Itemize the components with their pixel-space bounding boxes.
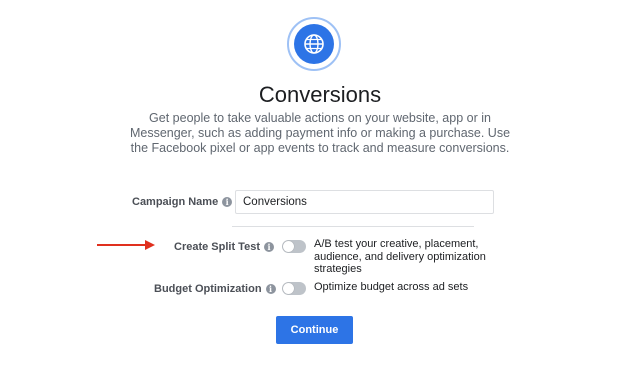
objective-description: Get people to take valuable actions on y…	[129, 111, 511, 155]
divider	[232, 226, 474, 227]
budget-optimization-label: Budget Optimization	[154, 283, 262, 295]
info-icon[interactable]: i	[264, 242, 274, 252]
page-title: Conversions	[258, 82, 382, 107]
campaign-name-label-row: Campaign Name i	[132, 196, 233, 208]
budget-optimization-toggle[interactable]	[282, 282, 306, 295]
campaign-name-input[interactable]	[235, 190, 494, 214]
objective-icon	[287, 17, 341, 71]
split-test-toggle[interactable]	[282, 240, 306, 253]
toggle-knob	[283, 283, 294, 294]
split-test-label: Create Split Test	[174, 241, 260, 253]
globe-icon	[294, 24, 334, 64]
split-test-label-row: Create Split Test i	[174, 241, 274, 253]
split-test-description: A/B test your creative, placement, audie…	[314, 238, 486, 275]
info-icon[interactable]: i	[265, 284, 276, 294]
budget-optimization-label-row: Budget Optimization i	[154, 283, 276, 295]
red-arrow-icon	[97, 240, 155, 250]
campaign-name-label: Campaign Name	[132, 196, 219, 208]
toggle-knob	[283, 241, 294, 252]
info-icon[interactable]: i	[222, 197, 233, 207]
continue-button[interactable]: Continue	[276, 316, 353, 344]
budget-optimization-description: Optimize budget across ad sets	[314, 281, 469, 293]
